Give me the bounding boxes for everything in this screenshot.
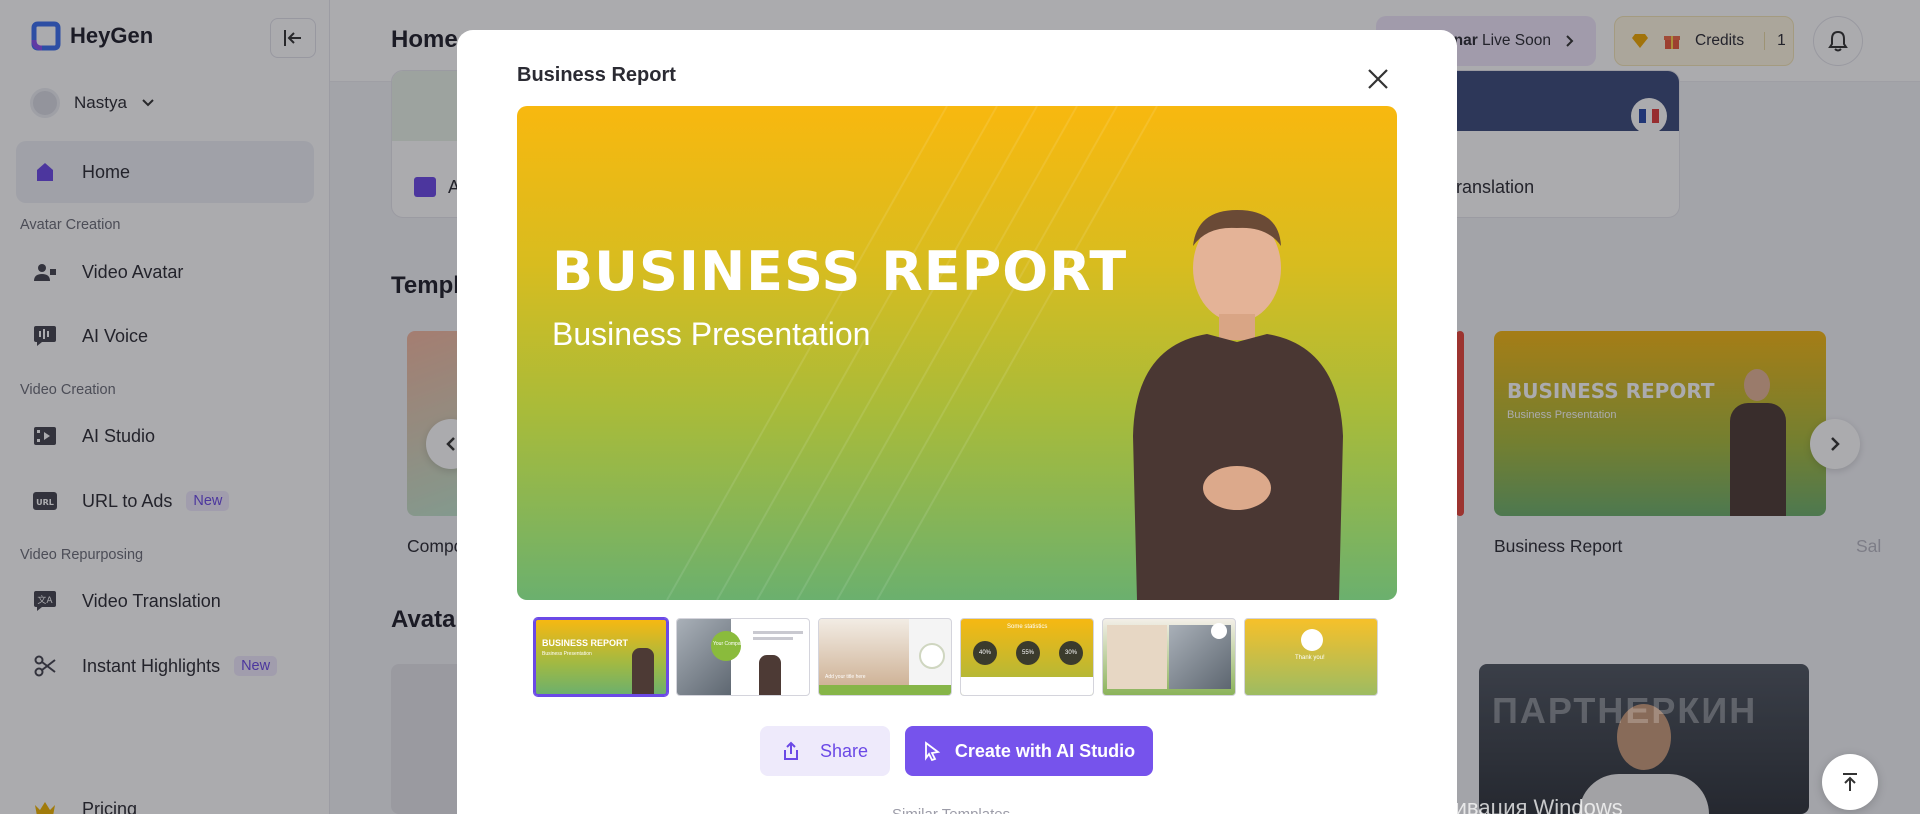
share-icon bbox=[783, 741, 798, 760]
arrow-up-icon bbox=[1843, 773, 1857, 791]
windows-activation-watermark: Активация Windows bbox=[1420, 795, 1623, 814]
cursor-icon bbox=[924, 741, 941, 761]
slide-thumbnail[interactable]: Some statistics 40% 55% 30% bbox=[960, 618, 1094, 696]
similar-templates-heading: Similar Templates bbox=[892, 806, 1010, 814]
create-with-ai-studio-button[interactable]: Create with AI Studio bbox=[905, 726, 1153, 776]
slide-thumbnail[interactable]: Thank you! bbox=[1244, 618, 1378, 696]
slide-thumbnails: BUSINESS REPORT Business Presentation Yo… bbox=[534, 618, 1378, 696]
presenter-figure bbox=[1133, 210, 1343, 600]
close-button[interactable] bbox=[1363, 64, 1393, 94]
share-button[interactable]: Share bbox=[760, 726, 890, 776]
slide-thumbnail[interactable] bbox=[1102, 618, 1236, 696]
create-label: Create with AI Studio bbox=[954, 740, 1136, 761]
preview-subtitle: Business Presentation bbox=[552, 316, 871, 352]
slide-thumbnail[interactable]: BUSINESS REPORT Business Presentation bbox=[534, 618, 668, 696]
preview-title: BUSINESS REPORT bbox=[552, 240, 1128, 303]
watermark-text: ПАРТНЕРКИН bbox=[1492, 690, 1758, 731]
template-preview-player[interactable]: BUSINESS REPORT Business Presentation bbox=[517, 106, 1397, 600]
close-icon bbox=[1368, 69, 1388, 89]
slide-thumbnail[interactable]: Add your title here bbox=[818, 618, 952, 696]
template-preview-modal: Business Report BUSINESS REPORT Business… bbox=[457, 30, 1457, 814]
slide-thumbnail[interactable]: Your Company bbox=[676, 618, 810, 696]
share-label: Share bbox=[819, 740, 869, 761]
scroll-to-top-button[interactable] bbox=[1822, 754, 1878, 810]
modal-title: Business Report bbox=[517, 64, 676, 86]
